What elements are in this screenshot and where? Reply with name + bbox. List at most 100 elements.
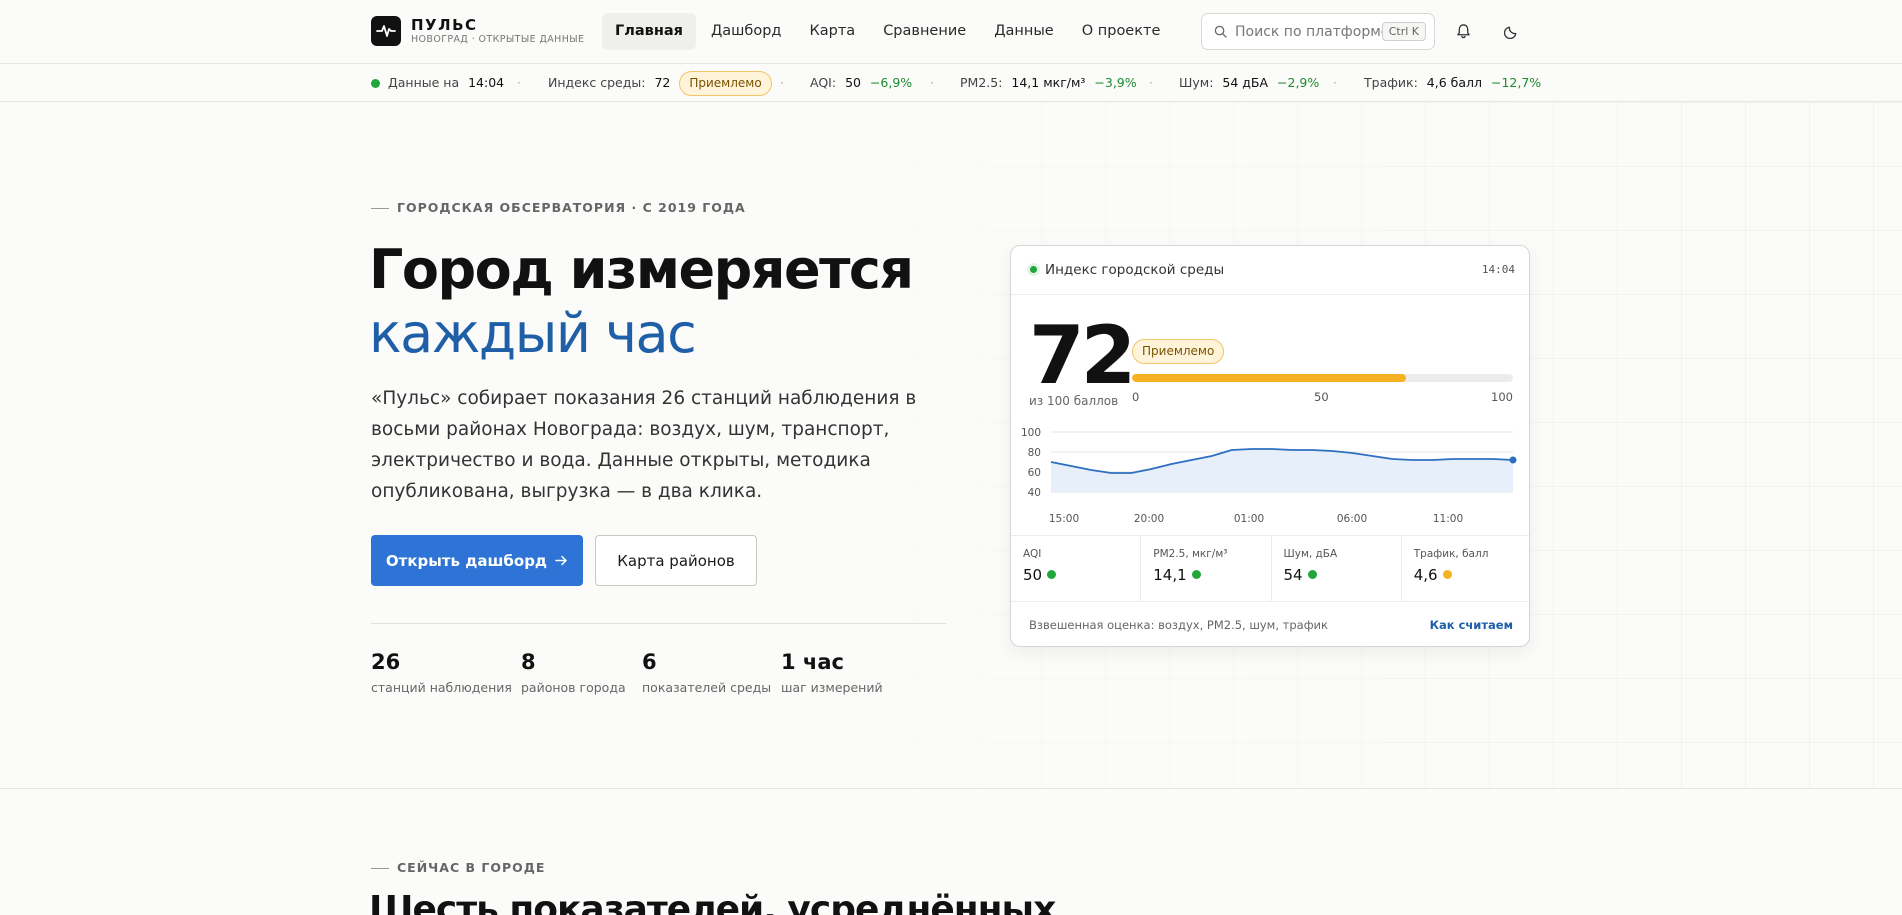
stat-districts: 8 районов города (521, 648, 626, 695)
metric-aqi-row: 50 (1023, 566, 1140, 584)
nav-item-data[interactable]: Данные (981, 13, 1067, 50)
ticker-index-label: Индекс среды: (548, 75, 646, 90)
nav-item-about[interactable]: О проекте (1069, 13, 1174, 50)
chart-x-tick-label: 20:00 (1134, 513, 1164, 525)
index-progress-fill (1132, 374, 1407, 382)
ticker-aqi-label: AQI: (810, 75, 837, 90)
scale-tick-mid: 50 (1314, 390, 1329, 404)
stat-indicators-value: 6 (642, 650, 657, 674)
ticker-data-label: Данные на (387, 75, 460, 90)
index-status-badge: Приемлемо (1132, 339, 1225, 364)
index-progress-bar (1132, 374, 1513, 382)
card-footer-text: Взвешенная оценка: воздух, PM2.5, шум, т… (1029, 618, 1328, 632)
nav-item-compare[interactable]: Сравнение (870, 13, 979, 50)
ticker-noise: Шум: 54 дБА −2,9% (1179, 64, 1319, 102)
metric-traffic-row: 4,6 (1414, 566, 1529, 584)
metrics-row: AQI 50 PM2.5, мкг/м³ 14,1 Шум, дБА 54 Тр… (1011, 535, 1529, 602)
metric-aqi-label: AQI (1023, 548, 1042, 560)
card-title-text: Индекс городской среды (1045, 262, 1225, 278)
ticker-aqi: AQI: 50 −6,9% (810, 64, 912, 102)
ticker-data-time: Данные на 14:04 (371, 64, 504, 102)
ticker-traffic: Трафик: 4,6 балл −12,7% (1364, 64, 1541, 102)
ticker-aqi-value: 50 (845, 75, 861, 90)
stat-stations-label: станций наблюдения (371, 680, 512, 695)
ticker-traffic-label: Трафик: (1364, 75, 1418, 90)
brand-name: ПУЛЬС (411, 15, 478, 34)
bell-icon (1456, 24, 1470, 39)
chart-last-point (1509, 456, 1517, 464)
arrow-right-icon (555, 555, 567, 566)
hero-divider (371, 623, 946, 624)
district-map-button[interactable]: Карта районов (595, 535, 757, 586)
theme-toggle-button[interactable] (1497, 17, 1525, 45)
metric-pm25-label: PM2.5, мкг/м³ (1153, 548, 1228, 560)
card-header: Индекс городской среды 14:04 (1011, 246, 1529, 295)
section-divider (0, 788, 1902, 789)
chart-x-tick-label: 01:00 (1234, 513, 1264, 525)
ticker-noise-delta: −2,9% (1277, 75, 1320, 90)
scale-tick-max: 100 (1491, 390, 1513, 404)
metric-traffic-label: Трафик, балл (1413, 548, 1489, 560)
metric-traffic[interactable]: Трафик, балл 4,6 (1402, 536, 1529, 601)
brand-logo[interactable]: ПУЛЬС НОВОГРАД · ОТКРЫТЫЕ ДАННЫЕ (371, 16, 584, 46)
chart-x-tick-label: 15:00 (1049, 513, 1079, 525)
index-score-caption: из 100 баллов (1029, 394, 1119, 408)
metric-aqi-value: 50 (1023, 566, 1043, 584)
section-eyebrow: СЕЙЧАС В ГОРОДЕ (371, 860, 545, 875)
chart-y-tick-label: 100 (1021, 427, 1041, 439)
scale-tick-min: 0 (1132, 390, 1140, 404)
ticker-separator: · (1149, 75, 1153, 90)
metric-noise-value: 54 (1283, 566, 1303, 584)
ticker-index-value: 72 (654, 75, 671, 90)
ticker-pm25-delta: −3,9% (1094, 75, 1137, 90)
search-shortcut: Ctrl K (1381, 22, 1426, 41)
ticker-noise-value: 54 дБА (1222, 75, 1269, 90)
search-input[interactable] (1235, 23, 1382, 40)
brand-subtitle: НОВОГРАД · ОТКРЫТЫЕ ДАННЫЕ (411, 33, 585, 45)
ticker-index-status-badge: Приемлемо (679, 71, 772, 96)
chart-area-fill (1051, 449, 1513, 492)
ticker-traffic-value: 4,6 балл (1426, 75, 1482, 90)
nav-item-dashboard[interactable]: Дашборд (698, 13, 795, 50)
metric-pm25-row: 14,1 (1153, 566, 1270, 584)
metric-pm25[interactable]: PM2.5, мкг/м³ 14,1 (1141, 536, 1272, 601)
live-indicator-icon (1027, 263, 1040, 276)
nav-item-map[interactable]: Карта (796, 13, 868, 50)
stat-indicators: 6 показателей среды (642, 648, 771, 695)
live-status-dot (371, 79, 380, 88)
card-timestamp: 14:04 (1481, 263, 1515, 276)
metric-aqi[interactable]: AQI 50 (1011, 536, 1142, 601)
stat-districts-label: районов города (521, 680, 626, 695)
ticker-separator: · (517, 75, 521, 90)
open-dashboard-button[interactable]: Открыть дашборд (371, 535, 583, 586)
pulse-icon (371, 16, 401, 46)
search-icon (1214, 25, 1227, 38)
chart-x-tick-label: 11:00 (1433, 513, 1463, 525)
ticker-aqi-delta: −6,9% (869, 75, 913, 90)
hero-title-line2: каждый час (369, 302, 697, 365)
main-nav: Главная Дашборд Карта Сравнение Данные О… (602, 13, 1173, 50)
stat-interval-label: шаг измерений (781, 680, 883, 695)
chart-y-tick-label: 60 (1028, 467, 1041, 479)
moon-icon (1503, 26, 1516, 39)
ticker-separator: · (780, 75, 784, 90)
search-box[interactable]: Ctrl K (1201, 13, 1435, 50)
ticker-pm25: PM2.5: 14,1 мкг/м³ −3,9% (960, 64, 1137, 102)
methodology-link[interactable]: Как считаем (1430, 618, 1513, 632)
ticker-separator: · (1333, 75, 1337, 90)
ticker-noise-label: Шум: (1179, 75, 1214, 90)
notifications-button[interactable] (1449, 17, 1477, 45)
chart-y-tick-label: 80 (1028, 447, 1041, 459)
hero-title-line1: Город измеряется (369, 238, 914, 301)
stat-stations: 26 станций наблюдения (371, 648, 512, 695)
stat-stations-value: 26 (371, 650, 401, 674)
chart-x-tick-label: 06:00 (1337, 513, 1367, 525)
card-title: Индекс городской среды (1027, 262, 1224, 278)
open-dashboard-label: Открыть дашборд (385, 551, 548, 570)
ticker-pm25-label: PM2.5: (960, 75, 1003, 90)
ticker-pm25-value: 14,1 мкг/м³ (1011, 75, 1086, 90)
chart-y-tick-label: 40 (1028, 487, 1041, 499)
metric-noise[interactable]: Шум, дБА 54 (1272, 536, 1402, 601)
status-dot (1442, 570, 1452, 579)
nav-item-home[interactable]: Главная (602, 13, 696, 50)
